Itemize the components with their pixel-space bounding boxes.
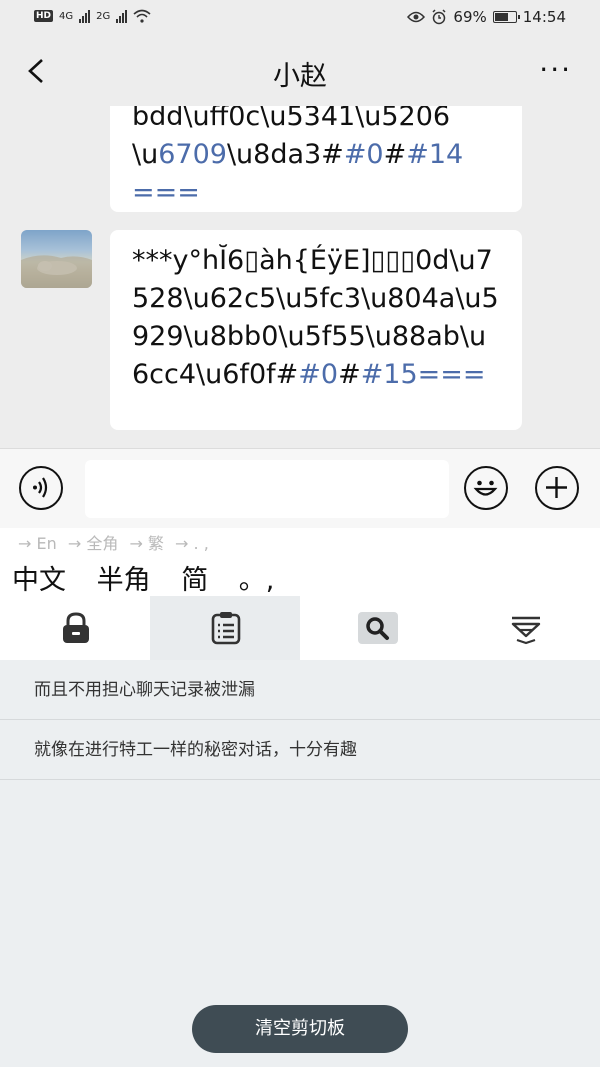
alarm-icon [432,9,446,25]
message-text: \u [132,139,159,170]
chat-header: 小赵 ··· [0,36,600,106]
ime-hint: → . , [175,534,209,553]
voice-button[interactable] [19,466,63,510]
ime-hints: → En → 全角 → 繁 → . , [18,530,215,554]
tool-lock[interactable] [0,596,150,660]
ime-candidate-punct[interactable]: 。, [239,565,275,596]
message-link-text: #15=== [360,359,486,390]
tool-clipboard[interactable] [150,596,300,660]
clipboard-item[interactable]: 而且不用担心聊天记录被泄漏 [0,660,600,720]
smile-icon [473,480,498,496]
ime-hint: → 繁 [129,534,164,553]
tool-collapse[interactable] [450,596,600,660]
ime-candidate-chinese[interactable]: 中文 [12,565,66,596]
wifi-icon [133,9,151,23]
voice-icon [33,477,48,498]
clipboard-item[interactable]: 就像在进行特工一样的秘密对话，十分有趣 [0,720,600,780]
input-bar [0,448,600,529]
message-text: # [338,359,361,390]
message-input[interactable] [85,460,449,518]
message-link-text: 6709 [158,139,227,170]
battery-icon [492,11,520,23]
avatar-image [21,255,92,288]
keyboard-toolbar [0,596,600,660]
signal-icon [79,9,91,23]
message-bubble[interactable]: ***y°hĬ6▯àh{ÉÿE]▯▯▯0d\u7528\u62c5\u5fc3\… [110,230,522,430]
battery-percent: 69% [453,8,487,26]
message-line: === [132,177,200,208]
plus-icon [546,477,567,498]
ime-candidate-bar: → En → 全角 → 繁 → . , 中文 半角 简 。, [0,528,600,597]
status-bar: HD 4G 2G 69% 14:54 [0,0,600,36]
status-left: HD 4G 2G [34,9,151,23]
net1-label: 4G [59,10,74,22]
message-link-text: #0 [298,359,339,390]
battery-fill [494,13,508,21]
message-text: \u8da3# [226,139,344,170]
more-functions-button[interactable] [535,466,579,510]
message-line: bdd\uff0c\u5341\u5206 [132,106,451,132]
net2-label: 2G [96,10,111,22]
emoji-button[interactable] [464,466,508,510]
chat-title: 小赵 [273,61,327,92]
message-text: # [383,139,407,170]
ime-candidate-simplified[interactable]: 简 [181,565,208,596]
status-right: 69% 14:54 [407,8,566,26]
message-bubble[interactable]: bdd\uff0c\u5341\u5206 \u6709\u8da3##0##1… [110,106,522,212]
tool-search[interactable] [300,596,450,660]
contact-avatar[interactable] [21,230,92,288]
ime-candidate-halfwidth[interactable]: 半角 [97,565,151,596]
ime-hint: → En [18,534,57,553]
search-icon [358,612,398,644]
hd-badge: HD [34,10,54,22]
message-link-text: #0 [343,139,384,170]
collapse-icon [511,616,541,645]
message-link-text: #14 [406,139,464,170]
chat-area[interactable]: bdd\uff0c\u5341\u5206 \u6709\u8da3##0##1… [0,106,600,448]
eye-icon [407,11,426,23]
signal-icon-2 [116,9,128,23]
message-line: \u6709\u8da3##0##14 [132,136,500,174]
clipboard-icon [211,612,241,645]
ime-candidates: 中文 半角 简 。, [12,558,296,597]
lock-icon [63,612,89,643]
more-options-button[interactable]: ··· [539,56,572,84]
clock: 14:54 [522,8,566,26]
ime-hint: → 全角 [67,534,119,553]
clear-clipboard-button[interactable]: 清空剪切板 [192,1005,408,1053]
